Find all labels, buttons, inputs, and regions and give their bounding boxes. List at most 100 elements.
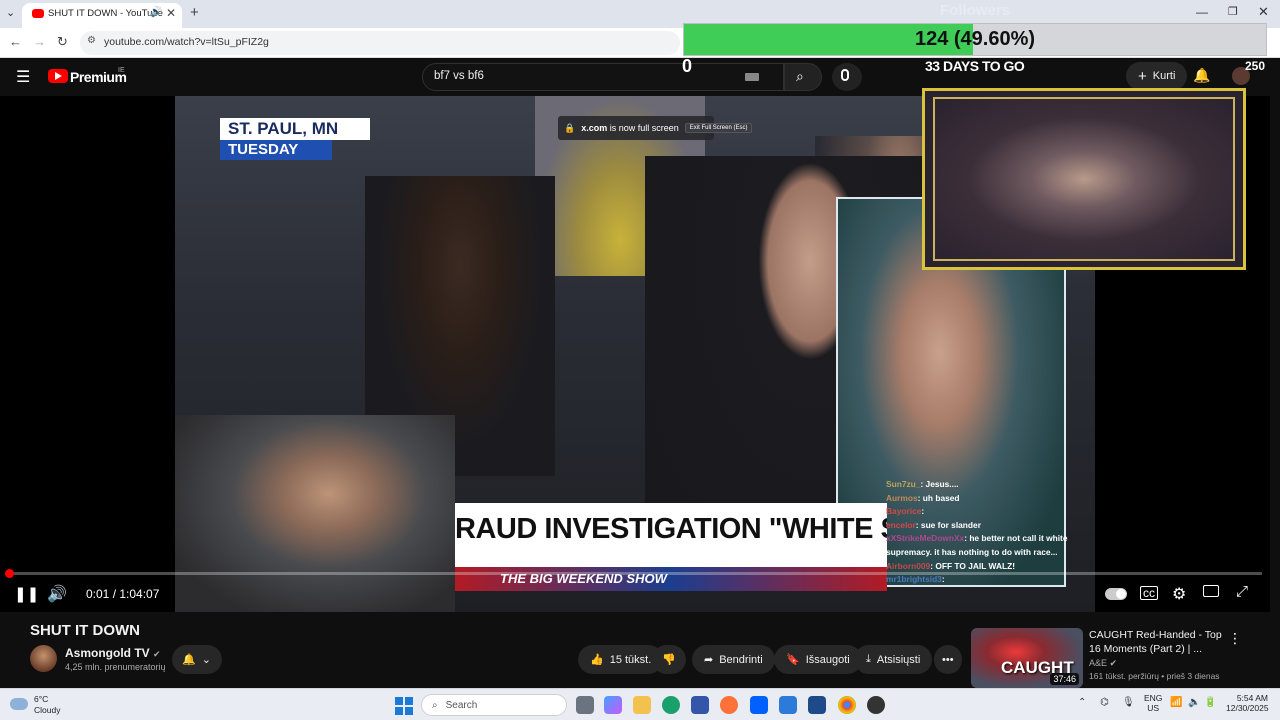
chat-username: xXStrikeMeDownXx bbox=[886, 533, 965, 544]
new-tab-icon[interactable]: + bbox=[190, 4, 199, 21]
followers-goal-text: 124 (49.60%) bbox=[914, 28, 1036, 50]
news-chyron: RAUD INVESTIGATION "WHITE SUPREMACY" bbox=[455, 503, 887, 567]
recommended-title[interactable]: CAUGHT Red-Handed - Top 16 Moments (Part… bbox=[1089, 629, 1229, 656]
language-code: ENG bbox=[1144, 693, 1163, 703]
wifi-icon[interactable]: 📶 bbox=[1170, 697, 1182, 708]
subscribe-bell-button[interactable]: 🔔 ⌄ bbox=[172, 645, 222, 674]
reload-icon[interactable]: ↻ bbox=[57, 34, 68, 50]
chat-text: : OFF TO JAIL WALZ! bbox=[930, 560, 1016, 571]
channel-avatar[interactable] bbox=[30, 645, 57, 672]
chat-username: Bayorice bbox=[886, 506, 922, 517]
url-bar[interactable]: ⚙ youtube.com/watch?v=ltSu_pFIZ2g bbox=[80, 31, 680, 55]
tab-youtube[interactable]: SHUT IT DOWN - YouTube 🔊 ✕ bbox=[22, 3, 182, 28]
bookmark-icon: 🔖 bbox=[786, 654, 800, 666]
app-icon[interactable] bbox=[779, 696, 797, 714]
recommended-channel[interactable]: A&E ✔ bbox=[1089, 658, 1117, 669]
search-input[interactable]: bf7 vs bf6 bbox=[422, 63, 784, 91]
fullscreen-icon[interactable]: ⤢ bbox=[1236, 583, 1248, 600]
chrome-icon[interactable] bbox=[838, 696, 856, 714]
chat-username: Airborn009 bbox=[886, 560, 931, 571]
chat-message: Sun7zu_: Jesus.... bbox=[886, 478, 1096, 492]
taskbar-search-label: Search bbox=[445, 699, 478, 711]
video-title: SHUT IT DOWN bbox=[30, 622, 140, 639]
search-icon: ⌕ bbox=[796, 68, 804, 84]
exit-fullscreen-button[interactable]: Exit Full Screen (Esc) bbox=[684, 123, 753, 133]
tab-list-icon[interactable]: ⌄ bbox=[6, 6, 15, 19]
speaker-icon[interactable]: 🔈 bbox=[1188, 697, 1200, 708]
like-count: 15 tūkst. bbox=[609, 653, 652, 666]
share-icon: ➦ bbox=[704, 654, 714, 666]
app-icon[interactable] bbox=[867, 696, 885, 714]
firefox-icon[interactable] bbox=[720, 696, 738, 714]
chat-text: : Jesus.... bbox=[920, 479, 959, 489]
keyboard-layout: US bbox=[1147, 703, 1160, 713]
fullscreen-domain: x.com bbox=[581, 123, 608, 133]
scrubber-handle[interactable] bbox=[5, 569, 14, 578]
store-icon[interactable] bbox=[691, 696, 709, 714]
app-icon[interactable] bbox=[808, 696, 826, 714]
fullscreen-text: is now full screen bbox=[609, 123, 679, 133]
captions-icon[interactable]: cc bbox=[1140, 586, 1158, 600]
chat-text: : bbox=[921, 506, 925, 517]
plus-icon: + bbox=[1138, 67, 1147, 85]
clock-date: 12/30/2025 bbox=[1226, 703, 1269, 713]
start-windows-icon[interactable] bbox=[395, 697, 413, 715]
taskbar-search[interactable]: ⌕ Search bbox=[421, 694, 567, 716]
create-button[interactable]: + Kurti bbox=[1126, 62, 1188, 90]
channel-name[interactable]: Asmongold TV ✔ bbox=[65, 646, 161, 660]
battery-icon[interactable]: 🔋 bbox=[1204, 697, 1216, 708]
menu-icon[interactable]: ☰ bbox=[16, 67, 30, 87]
share-button[interactable]: ➦ Bendrinti bbox=[692, 645, 775, 674]
chat-text: supremacy. it has nothing to do with rac… bbox=[886, 547, 1058, 558]
youtube-logo-icon[interactable] bbox=[48, 69, 68, 83]
mic-icon bbox=[841, 69, 849, 81]
youtube-favicon-icon bbox=[32, 9, 44, 18]
recommended-stats: 161 tūkst. peržiūrų • prieš 3 dienas bbox=[1089, 671, 1220, 681]
minimize-icon[interactable]: — bbox=[1196, 5, 1208, 19]
restore-icon[interactable]: ❐ bbox=[1228, 5, 1238, 18]
save-button[interactable]: 🔖 Išsaugoti bbox=[774, 645, 862, 674]
download-button[interactable]: ⤓ Atsisiųsti bbox=[854, 645, 933, 674]
video-duration: 37:46 bbox=[1050, 673, 1079, 685]
show-hidden-icons-icon[interactable]: ⌃ bbox=[1078, 697, 1086, 708]
search-button[interactable]: ⌕ bbox=[784, 63, 822, 91]
site-info-icon[interactable]: ⚙ bbox=[87, 35, 96, 46]
file-explorer-icon[interactable] bbox=[633, 696, 651, 714]
keyboard-icon[interactable] bbox=[745, 73, 759, 81]
tab-close-icon[interactable]: ✕ bbox=[166, 6, 176, 20]
miniplayer-icon[interactable] bbox=[1203, 585, 1219, 597]
notifications-bell-icon[interactable]: 🔔 bbox=[1193, 67, 1210, 84]
chat-message: supremacy. it has nothing to do with rac… bbox=[886, 546, 1096, 560]
task-view-icon[interactable] bbox=[576, 696, 594, 714]
network-icon[interactable]: ⌬ bbox=[1100, 697, 1109, 708]
chat-message: encelor: sue for slander bbox=[886, 519, 1096, 533]
voice-search-button[interactable] bbox=[832, 63, 862, 91]
volume-icon[interactable]: 🔊 bbox=[47, 584, 67, 604]
window-close-icon[interactable]: ✕ bbox=[1258, 4, 1269, 20]
chat-message: xXStrikeMeDownXx: he better not call it … bbox=[886, 532, 1096, 546]
progress-bar[interactable] bbox=[8, 572, 1262, 575]
settings-gear-icon[interactable]: ⚙ bbox=[1172, 584, 1186, 604]
pause-icon[interactable]: ❚❚ bbox=[14, 585, 39, 603]
language-indicator[interactable]: ENG US bbox=[1144, 693, 1162, 713]
more-vertical-icon[interactable]: ⋮ bbox=[1228, 630, 1242, 647]
thumbs-down-icon: 👎 bbox=[662, 654, 676, 666]
chat-message: Aurmos: uh based bbox=[886, 492, 1096, 506]
video-details: SHUT IT DOWN Asmongold TV ✔ 4,25 mln. pr… bbox=[0, 612, 1280, 688]
bell-icon: 🔔 bbox=[182, 654, 196, 666]
autoplay-toggle[interactable] bbox=[1105, 588, 1127, 600]
like-button[interactable]: 👍 15 tūkst. bbox=[578, 645, 664, 674]
dropbox-icon[interactable] bbox=[750, 696, 768, 714]
microphone-icon[interactable]: 🎙 bbox=[1122, 697, 1135, 708]
more-actions-button[interactable]: ••• bbox=[934, 645, 962, 674]
subscriber-count: 4,25 mln. prenumeratorių bbox=[65, 662, 166, 672]
dislike-button[interactable]: 👎 bbox=[652, 645, 686, 674]
clock[interactable]: 5:54 AM 12/30/2025 bbox=[1226, 693, 1269, 713]
forward-icon[interactable]: → bbox=[33, 34, 46, 49]
audio-playing-icon[interactable]: 🔊 bbox=[150, 7, 162, 18]
copilot-icon[interactable] bbox=[604, 696, 622, 714]
recommended-thumbnail[interactable]: CAUGHT 37:46 bbox=[971, 628, 1083, 688]
edge-icon[interactable] bbox=[662, 696, 680, 714]
back-icon[interactable]: ← bbox=[9, 34, 22, 49]
download-icon: ⤓ bbox=[866, 653, 871, 665]
